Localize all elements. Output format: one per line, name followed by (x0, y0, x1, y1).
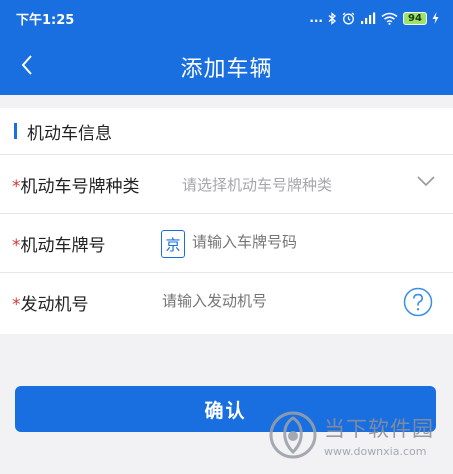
status-bar: 下午1:25 ... 94 (0, 0, 453, 36)
status-icons: ... 94 (309, 11, 439, 25)
plate-number-label: *机动车牌号 (12, 235, 106, 256)
watermark-name: 当下软件园 (324, 416, 434, 441)
required-mark: * (12, 295, 21, 315)
section-header: 机动车信息 (0, 108, 453, 155)
battery-indicator: 94 (403, 11, 427, 25)
page-title: 添加车辆 (180, 57, 273, 82)
alarm-icon (342, 12, 355, 24)
notification-dots: ... (309, 11, 323, 25)
engine-number-row: *发动机号 (0, 273, 453, 332)
vehicle-info-section: 机动车信息 *机动车号牌种类 请选择机动车号牌种类 *机动车牌号 京 *发动机号 (0, 108, 453, 334)
plate-number-input[interactable] (192, 233, 412, 251)
section-accent-bar (14, 123, 17, 139)
charging-icon (432, 12, 439, 24)
app-header: 下午1:25 ... 94 添加车辆 (0, 0, 453, 95)
status-time: 下午1:25 (16, 12, 75, 28)
watermark-url: www.downxia.com (324, 444, 427, 458)
signal-icon (361, 12, 376, 24)
watermark-logo-icon (269, 411, 317, 459)
plate-type-row[interactable]: *机动车号牌种类 请选择机动车号牌种类 (0, 155, 453, 214)
engine-number-label: *发动机号 (12, 295, 89, 315)
required-mark: * (12, 235, 21, 256)
bluetooth-icon (328, 11, 336, 25)
help-icon[interactable] (403, 287, 433, 317)
plate-type-select[interactable]: 请选择机动车号牌种类 (182, 174, 332, 195)
wifi-icon (381, 12, 398, 25)
required-mark: * (12, 176, 21, 197)
chevron-down-icon[interactable] (417, 175, 435, 187)
nav-bar: 添加车辆 (0, 36, 453, 95)
section-title: 机动车信息 (27, 123, 112, 144)
watermark-text: 当下软件园 www.downxia.com (324, 413, 434, 458)
plate-type-label: *机动车号牌种类 (12, 176, 140, 197)
plate-number-row: *机动车牌号 京 (0, 214, 453, 273)
engine-number-input[interactable] (162, 292, 382, 310)
watermark: 当下软件园 www.downxia.com (268, 404, 448, 466)
plate-province-prefix[interactable]: 京 (161, 230, 185, 258)
